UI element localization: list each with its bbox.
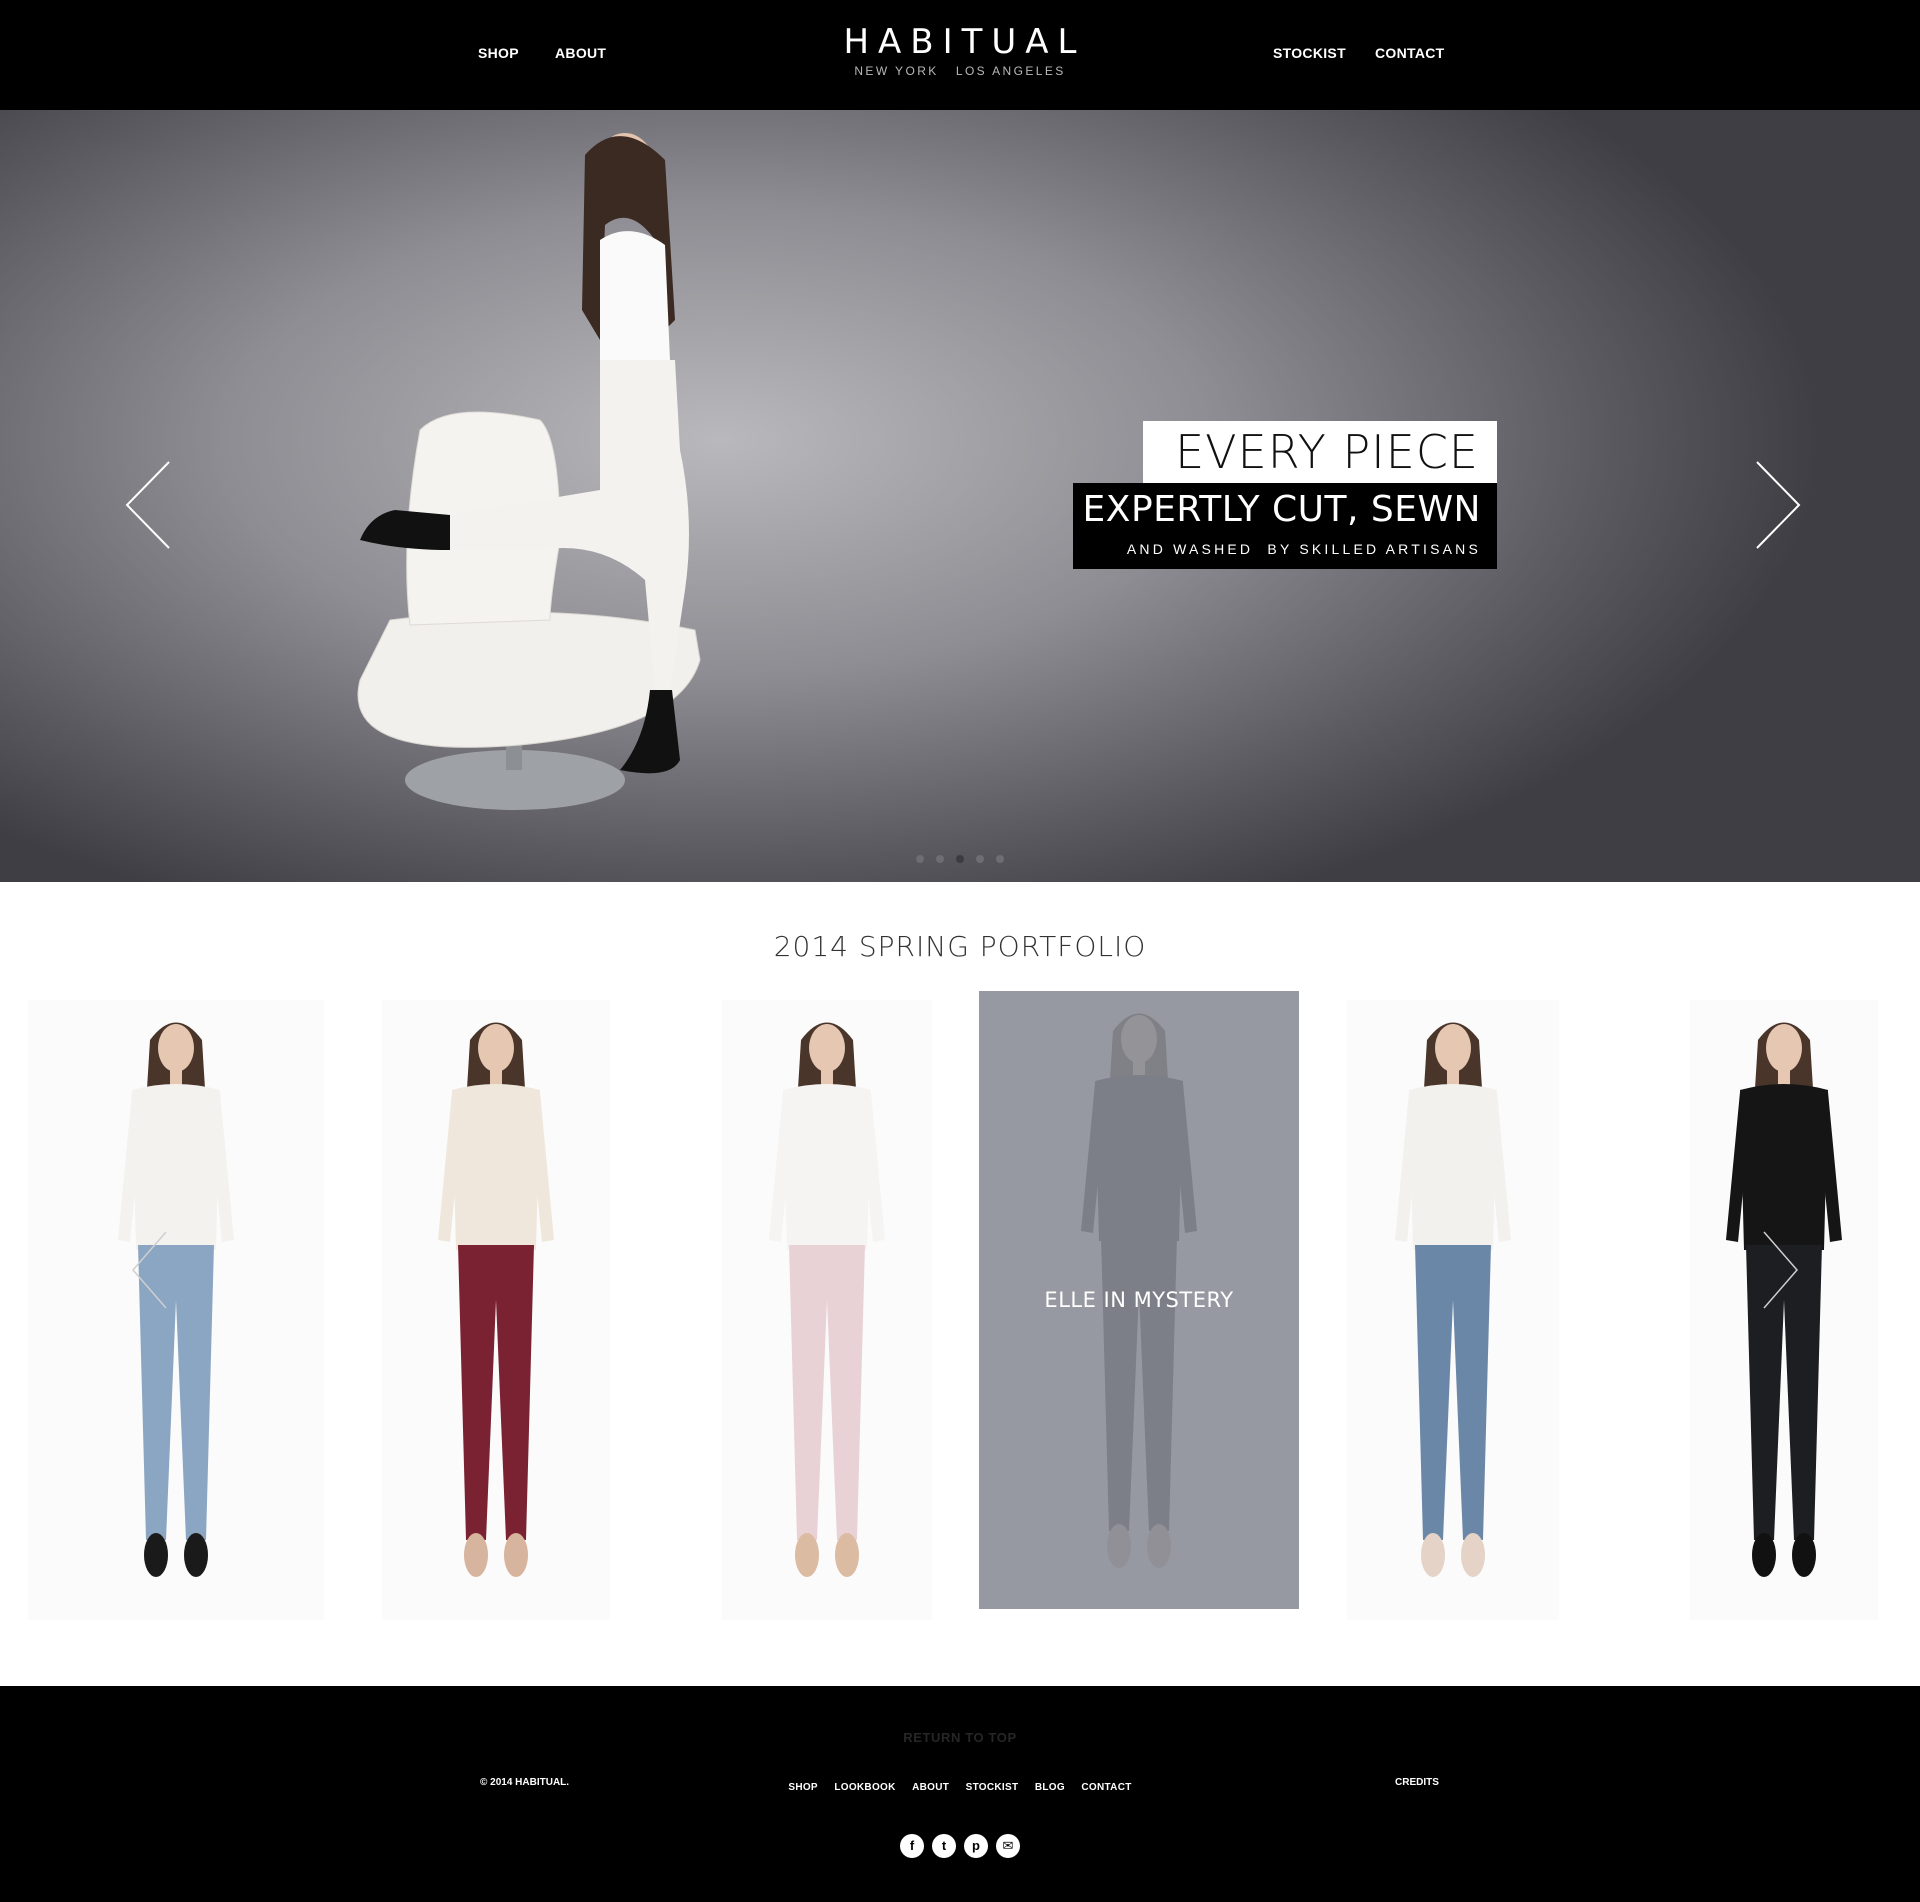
footer-nav: SHOP LOOKBOOK ABOUT STOCKIST BLOG CONTAC… — [0, 1777, 1920, 1795]
footer-link-contact[interactable]: CONTACT — [1081, 1782, 1131, 1793]
credits-link[interactable]: CREDITS — [1395, 1777, 1439, 1788]
footer-link-stockist[interactable]: STOCKIST — [966, 1782, 1019, 1793]
twitter-icon[interactable]: t — [932, 1834, 956, 1858]
portfolio-look-5[interactable] — [1347, 1000, 1559, 1620]
look-hover-label: ELLE IN MYSTERY — [979, 991, 1299, 1609]
gallery-prev-arrow-icon[interactable] — [130, 1230, 170, 1310]
slider-dot[interactable] — [916, 855, 924, 863]
social-links: f t p ✉ — [0, 1834, 1920, 1858]
hero-model-image — [357, 133, 701, 810]
logo-locations: NEW YORK LOS ANGELES — [854, 64, 1066, 78]
hero-caption-title: EVERY PIECE — [1143, 421, 1497, 483]
gallery-next-arrow-icon[interactable] — [1760, 1230, 1800, 1310]
portfolio-look-4[interactable]: ELLE IN MYSTERY — [979, 991, 1299, 1609]
hero-caption-body: EXPERTLY CUT, SEWN AND WASHED BY SKILLED… — [1073, 483, 1497, 569]
return-to-top-link[interactable]: RETURN TO TOP — [0, 1730, 1920, 1745]
portfolio-look-3[interactable] — [722, 1000, 932, 1620]
pinterest-icon[interactable]: p — [964, 1834, 988, 1858]
hero-caption-line2: EXPERTLY CUT, SEWN — [1082, 489, 1481, 530]
slider-dot[interactable] — [996, 855, 1004, 863]
portfolio-look-1[interactable] — [28, 1000, 324, 1620]
footer-link-shop[interactable]: SHOP — [788, 1782, 818, 1793]
logo[interactable]: HABITUAL NEW YORK LOS ANGELES — [0, 22, 1920, 78]
slider-dot[interactable] — [976, 855, 984, 863]
site-header: SHOP ABOUT HABITUAL NEW YORK LOS ANGELES… — [0, 0, 1920, 110]
slider-dots — [0, 850, 1920, 868]
hero-caption-line3: AND WASHED BY SKILLED ARTISANS — [1126, 541, 1481, 557]
portfolio-look-6[interactable] — [1690, 1000, 1878, 1620]
footer-link-about[interactable]: ABOUT — [912, 1782, 949, 1793]
hero-prev-arrow-icon[interactable] — [124, 460, 174, 550]
footer-link-blog[interactable]: BLOG — [1035, 1782, 1065, 1793]
facebook-icon[interactable]: f — [900, 1834, 924, 1858]
email-icon[interactable]: ✉ — [996, 1834, 1020, 1858]
logo-name: HABITUAL — [843, 22, 1086, 62]
hero-slider: EVERY PIECE EXPERTLY CUT, SEWN AND WASHE… — [0, 110, 1920, 882]
slider-dot-active[interactable] — [956, 855, 964, 863]
hero-next-arrow-icon[interactable] — [1752, 460, 1802, 550]
nav-contact[interactable]: CONTACT — [1375, 45, 1445, 61]
footer-link-lookbook[interactable]: LOOKBOOK — [834, 1782, 895, 1793]
portfolio-look-2[interactable] — [382, 1000, 610, 1620]
portfolio-title: 2014 SPRING PORTFOLIO — [773, 930, 1147, 963]
site-footer: RETURN TO TOP © 2014 HABITUAL. SHOP LOOK… — [0, 1686, 1920, 1902]
slider-dot[interactable] — [936, 855, 944, 863]
portfolio-gallery: ELLE IN MYSTERY — [0, 991, 1920, 1640]
nav-stockist[interactable]: STOCKIST — [1273, 45, 1346, 61]
